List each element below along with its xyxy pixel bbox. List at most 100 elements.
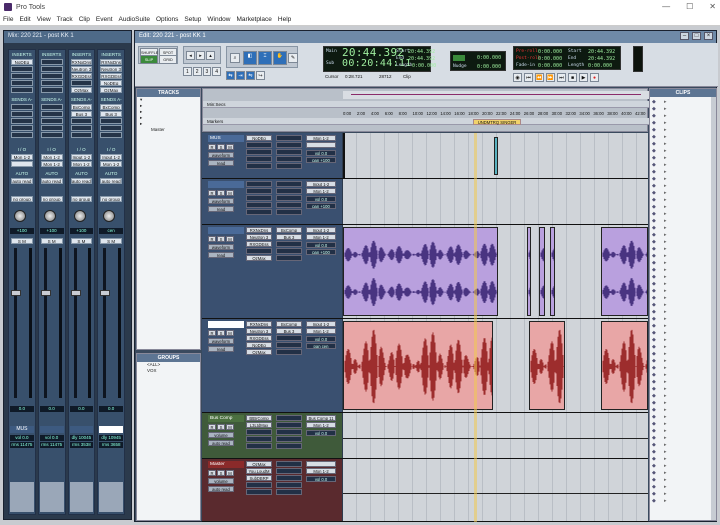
insert-slot[interactable]: OzMax [246,255,272,261]
insert-slot[interactable] [40,87,63,93]
volume-readout[interactable]: vol 0.0 [306,242,336,248]
insert-slot[interactable] [11,73,33,79]
insert-slot[interactable] [246,202,272,208]
marker-label[interactable]: UNDMTRQ SINGER [473,119,521,125]
clip-expand-icon[interactable]: ▸ [664,295,674,302]
clip-list-item-icon[interactable]: ◆ [652,295,664,302]
clip-expand-icon[interactable]: ▸ [664,484,674,491]
length-value[interactable]: 0:00.000 [412,63,436,69]
solo-button[interactable]: S [217,330,225,336]
minimize-icon[interactable]: — [662,2,670,11]
mute-button[interactable]: M [226,190,234,196]
menu-window[interactable]: Window [207,16,230,23]
track-name[interactable]: Bus Comp [208,415,244,422]
return-to-zero-icon[interactable]: ⏮ [524,73,533,82]
insert-slot[interactable] [40,73,63,79]
clip-expand-icon[interactable]: ▸ [664,232,674,239]
clip-list-item-icon[interactable]: ◆ [652,260,664,267]
clips-scrollbar[interactable] [711,97,716,520]
track-playlist-lane[interactable] [343,179,648,224]
fade-in-value[interactable]: 0:00.000 [538,63,562,69]
solo-button[interactable]: S [217,470,225,476]
clip-expand-icon[interactable]: ▸ [664,498,674,505]
track-playlist-lane[interactable] [343,413,648,458]
clip-list-item-icon[interactable]: ◆ [652,253,664,260]
track-name-button[interactable] [39,426,64,433]
insert-slot[interactable] [246,156,272,162]
automation-mode-selector[interactable]: auto read [100,178,122,184]
zoom-preset-4[interactable]: 4 [212,67,221,76]
send-slot[interactable] [276,248,302,254]
clip-list-item-icon[interactable]: ◆ [652,435,664,442]
zoom-in-icon[interactable]: ▸ [196,51,205,60]
insert-slot[interactable]: OzMax [100,87,122,93]
send-slot[interactable] [70,125,93,131]
track-name-button[interactable] [69,426,94,433]
track-view-selector[interactable]: waveform [208,198,234,204]
track-view-selector[interactable]: waveform [208,244,234,250]
menu-track[interactable]: Track [57,16,73,23]
clip-list-item-icon[interactable]: ◆ [652,379,664,386]
clip-list-item-icon[interactable]: ◆ [652,239,664,246]
insert-slot[interactable]: NoDEq [11,59,33,65]
clip-expand-icon[interactable]: ▸ [664,316,674,323]
track-name[interactable] [208,321,244,328]
clip-expand-icon[interactable]: ▸ [664,190,674,197]
pan-readout[interactable]: pan cen [306,343,336,349]
volume-readout[interactable]: vol 0.0 [306,150,336,156]
end-value[interactable]: 20:44.392 [408,56,435,62]
clip-expand-icon[interactable]: ▸ [664,281,674,288]
insert-slot[interactable] [246,482,272,488]
clip-expand-icon[interactable]: ▸ [664,253,674,260]
clip-list-item-icon[interactable]: ◆ [652,113,664,120]
input-selector[interactable]: Input 1-2 [70,154,93,160]
insert-slot[interactable]: You.LoudM [246,468,272,474]
output-selector[interactable] [11,161,33,167]
clip-expand-icon[interactable]: ▸ [664,400,674,407]
send-slot[interactable] [100,118,122,124]
clip-list-item-icon[interactable]: ◆ [652,302,664,309]
clip-list-item-icon[interactable]: ◆ [652,386,664,393]
send-slot[interactable] [276,415,302,421]
clip-list-item-icon[interactable]: ◆ [652,456,664,463]
fast-forward-icon[interactable]: ⏩ [546,73,555,82]
clip-expand-icon[interactable]: ▸ [664,225,674,232]
solo-mute-buttons[interactable]: S M [11,238,33,244]
automation-mode-selector[interactable]: read [208,346,234,352]
audio-clip[interactable] [343,321,493,410]
clip-list-item-icon[interactable]: ◆ [652,428,664,435]
groups-list-item[interactable]: VOX [137,368,200,374]
clip-expand-icon[interactable]: ▸ [664,239,674,246]
track-playlist-lane[interactable] [343,225,648,318]
clip-list-item-icon[interactable]: ◆ [652,414,664,421]
tab-to-transient-icon[interactable]: ⇥ [236,71,245,80]
volume-fader-cap[interactable] [40,290,51,296]
record-enable-button[interactable]: R [208,144,216,150]
tc-length-value[interactable]: 0:00.000 [588,63,612,69]
input-selector[interactable]: Mon 1-2 [306,135,336,141]
send-slot[interactable] [276,202,302,208]
clip-list-item-icon[interactable]: ◆ [652,365,664,372]
clip-list-item-icon[interactable]: ◆ [652,211,664,218]
go-to-end-icon[interactable]: ⏭ [557,73,566,82]
clip-expand-icon[interactable]: ▸ [664,127,674,134]
clip-list-item-icon[interactable]: ◆ [652,316,664,323]
grid-toggle[interactable] [453,55,465,61]
send-slot[interactable] [40,104,63,110]
send-slot[interactable] [276,429,302,435]
insert-slot[interactable]: RXNxDns [100,59,122,65]
clip-list-item-icon[interactable]: ◆ [652,225,664,232]
clip-expand-icon[interactable]: ▸ [664,169,674,176]
clips-panel-title[interactable]: CLIPS [650,89,716,97]
track-playlist-lane[interactable] [343,319,648,412]
insert-slot[interactable]: Neutron 3 [246,328,272,334]
clip-expand-icon[interactable]: ▸ [664,351,674,358]
clip-expand-icon[interactable]: ▸ [664,379,674,386]
clip-expand-icon[interactable]: ▸ [664,330,674,337]
clip-list-item-icon[interactable]: ◆ [652,274,664,281]
menu-setup[interactable]: Setup [184,16,201,23]
insert-slot[interactable]: RXGDEss [246,335,272,341]
clip-expand-icon[interactable]: ▸ [664,113,674,120]
record-icon[interactable]: ● [590,73,599,82]
clip-expand-icon[interactable]: ▸ [664,141,674,148]
